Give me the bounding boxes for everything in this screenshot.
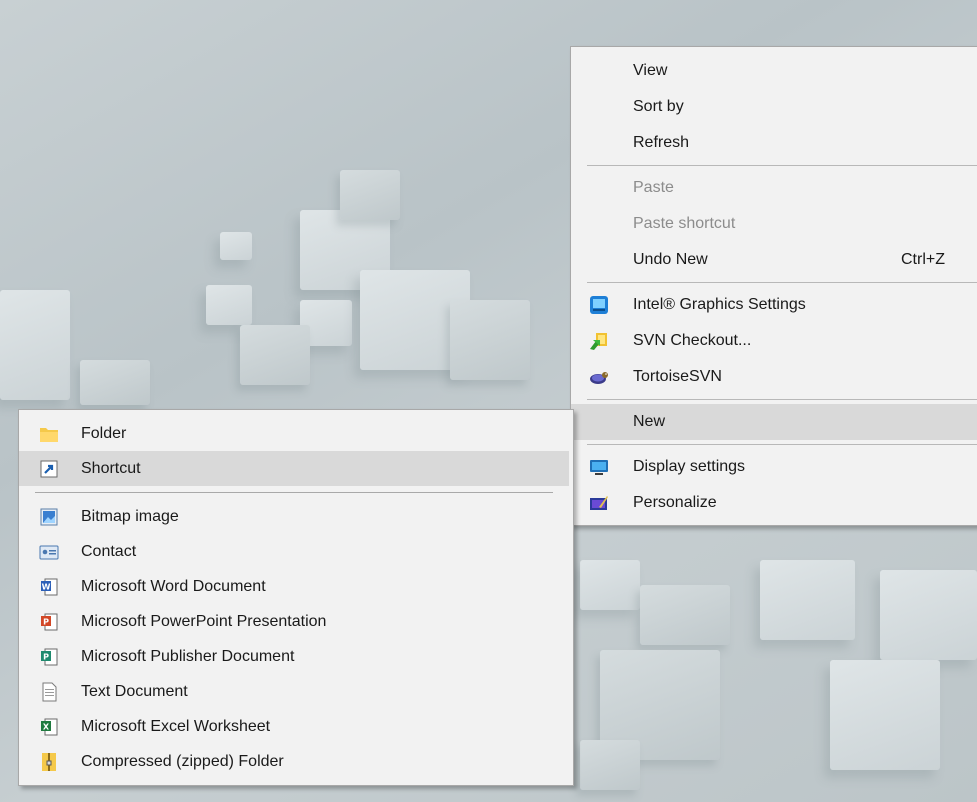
wallpaper-cube — [880, 570, 977, 660]
svg-text:X: X — [43, 722, 50, 731]
wallpaper-cube — [340, 170, 400, 220]
menu-item-display-settings[interactable]: Display settings — [571, 449, 977, 485]
menu-separator — [35, 492, 553, 493]
menu-item-label: Shortcut — [81, 460, 141, 477]
submenu-item-excel-worksheet[interactable]: X Microsoft Excel Worksheet — [19, 709, 573, 744]
menu-item-new[interactable]: New — [571, 404, 977, 440]
wallpaper-cube — [240, 325, 310, 385]
menu-item-label: Intel® Graphics Settings — [633, 296, 806, 313]
menu-item-label: Folder — [81, 425, 127, 442]
bitmap-icon — [39, 507, 59, 527]
personalize-icon — [589, 493, 609, 513]
menu-item-sort-by[interactable]: Sort by — [571, 89, 977, 125]
menu-item-label: Microsoft Word Document — [81, 578, 266, 595]
wallpaper-cube — [580, 560, 640, 610]
wallpaper-cube — [80, 360, 150, 405]
menu-item-paste-shortcut[interactable]: Paste shortcut — [571, 206, 977, 242]
menu-item-label: Compressed (zipped) Folder — [81, 753, 284, 770]
menu-item-label: Bitmap image — [81, 508, 179, 525]
wallpaper-cube — [0, 290, 70, 400]
contact-icon — [39, 542, 59, 562]
svg-text:P: P — [43, 652, 49, 661]
excel-icon: X — [39, 717, 59, 737]
wallpaper-cube — [220, 232, 252, 260]
menu-item-intel-graphics[interactable]: Intel® Graphics Settings — [571, 287, 977, 323]
svn-checkout-icon — [589, 331, 609, 351]
zip-folder-icon — [39, 752, 59, 772]
powerpoint-icon: P — [39, 612, 59, 632]
menu-separator — [587, 444, 977, 445]
menu-item-label: Microsoft PowerPoint Presentation — [81, 613, 327, 630]
menu-item-label: Paste shortcut — [633, 215, 736, 232]
publisher-icon: P — [39, 647, 59, 667]
menu-item-label: Paste — [633, 179, 674, 196]
menu-item-refresh[interactable]: Refresh — [571, 125, 977, 161]
submenu-item-text-document[interactable]: Text Document — [19, 674, 573, 709]
text-document-icon — [39, 682, 59, 702]
submenu-item-shortcut[interactable]: Shortcut — [19, 451, 569, 486]
wallpaper-cube — [640, 585, 730, 645]
menu-item-label: SVN Checkout... — [633, 332, 752, 349]
keyboard-shortcut: Ctrl+Z — [901, 251, 945, 268]
tortoisesvn-icon — [589, 367, 609, 387]
new-submenu: Folder Shortcut Bitmap image Contact W M… — [18, 409, 574, 786]
desktop-context-menu: View Sort by Refresh Paste Paste shortcu… — [570, 46, 977, 526]
menu-item-label: Refresh — [633, 134, 690, 151]
menu-separator — [587, 282, 977, 283]
menu-item-label: Microsoft Excel Worksheet — [81, 718, 271, 735]
menu-separator — [587, 165, 977, 166]
submenu-item-publisher-document[interactable]: P Microsoft Publisher Document — [19, 639, 573, 674]
folder-icon — [39, 424, 59, 444]
menu-item-label: Microsoft Publisher Document — [81, 648, 295, 665]
wallpaper-cube — [580, 740, 640, 790]
menu-item-svn-checkout[interactable]: SVN Checkout... — [571, 323, 977, 359]
menu-item-paste[interactable]: Paste — [571, 170, 977, 206]
wallpaper-cube — [206, 285, 252, 325]
menu-item-personalize[interactable]: Personalize — [571, 485, 977, 521]
display-icon — [589, 457, 609, 477]
svg-text:P: P — [43, 617, 49, 626]
menu-item-label: Text Document — [81, 683, 188, 700]
menu-item-label: TortoiseSVN — [633, 368, 722, 385]
menu-item-label: Contact — [81, 543, 137, 560]
wallpaper-cube — [760, 560, 855, 640]
submenu-item-compressed-folder[interactable]: Compressed (zipped) Folder — [19, 744, 573, 779]
wallpaper-cube — [450, 300, 530, 380]
menu-item-view[interactable]: View — [571, 53, 977, 89]
submenu-item-folder[interactable]: Folder — [19, 416, 573, 451]
intel-graphics-icon — [589, 295, 609, 315]
menu-item-label: View — [633, 62, 668, 79]
submenu-item-powerpoint-presentation[interactable]: P Microsoft PowerPoint Presentation — [19, 604, 573, 639]
menu-item-label: New — [633, 413, 666, 430]
word-icon: W — [39, 577, 59, 597]
menu-item-tortoisesvn[interactable]: TortoiseSVN — [571, 359, 977, 395]
menu-item-label: Display settings — [633, 458, 746, 475]
submenu-item-word-document[interactable]: W Microsoft Word Document — [19, 569, 573, 604]
menu-item-label: Undo New — [633, 251, 708, 268]
wallpaper-cube — [830, 660, 940, 770]
menu-item-label: Sort by — [633, 98, 684, 115]
menu-separator — [587, 399, 977, 400]
menu-item-label: Personalize — [633, 494, 717, 511]
svg-text:W: W — [42, 582, 51, 591]
shortcut-icon — [39, 459, 59, 479]
submenu-item-bitmap-image[interactable]: Bitmap image — [19, 499, 573, 534]
submenu-item-contact[interactable]: Contact — [19, 534, 573, 569]
menu-item-undo-new[interactable]: Undo New Ctrl+Z — [571, 242, 977, 278]
